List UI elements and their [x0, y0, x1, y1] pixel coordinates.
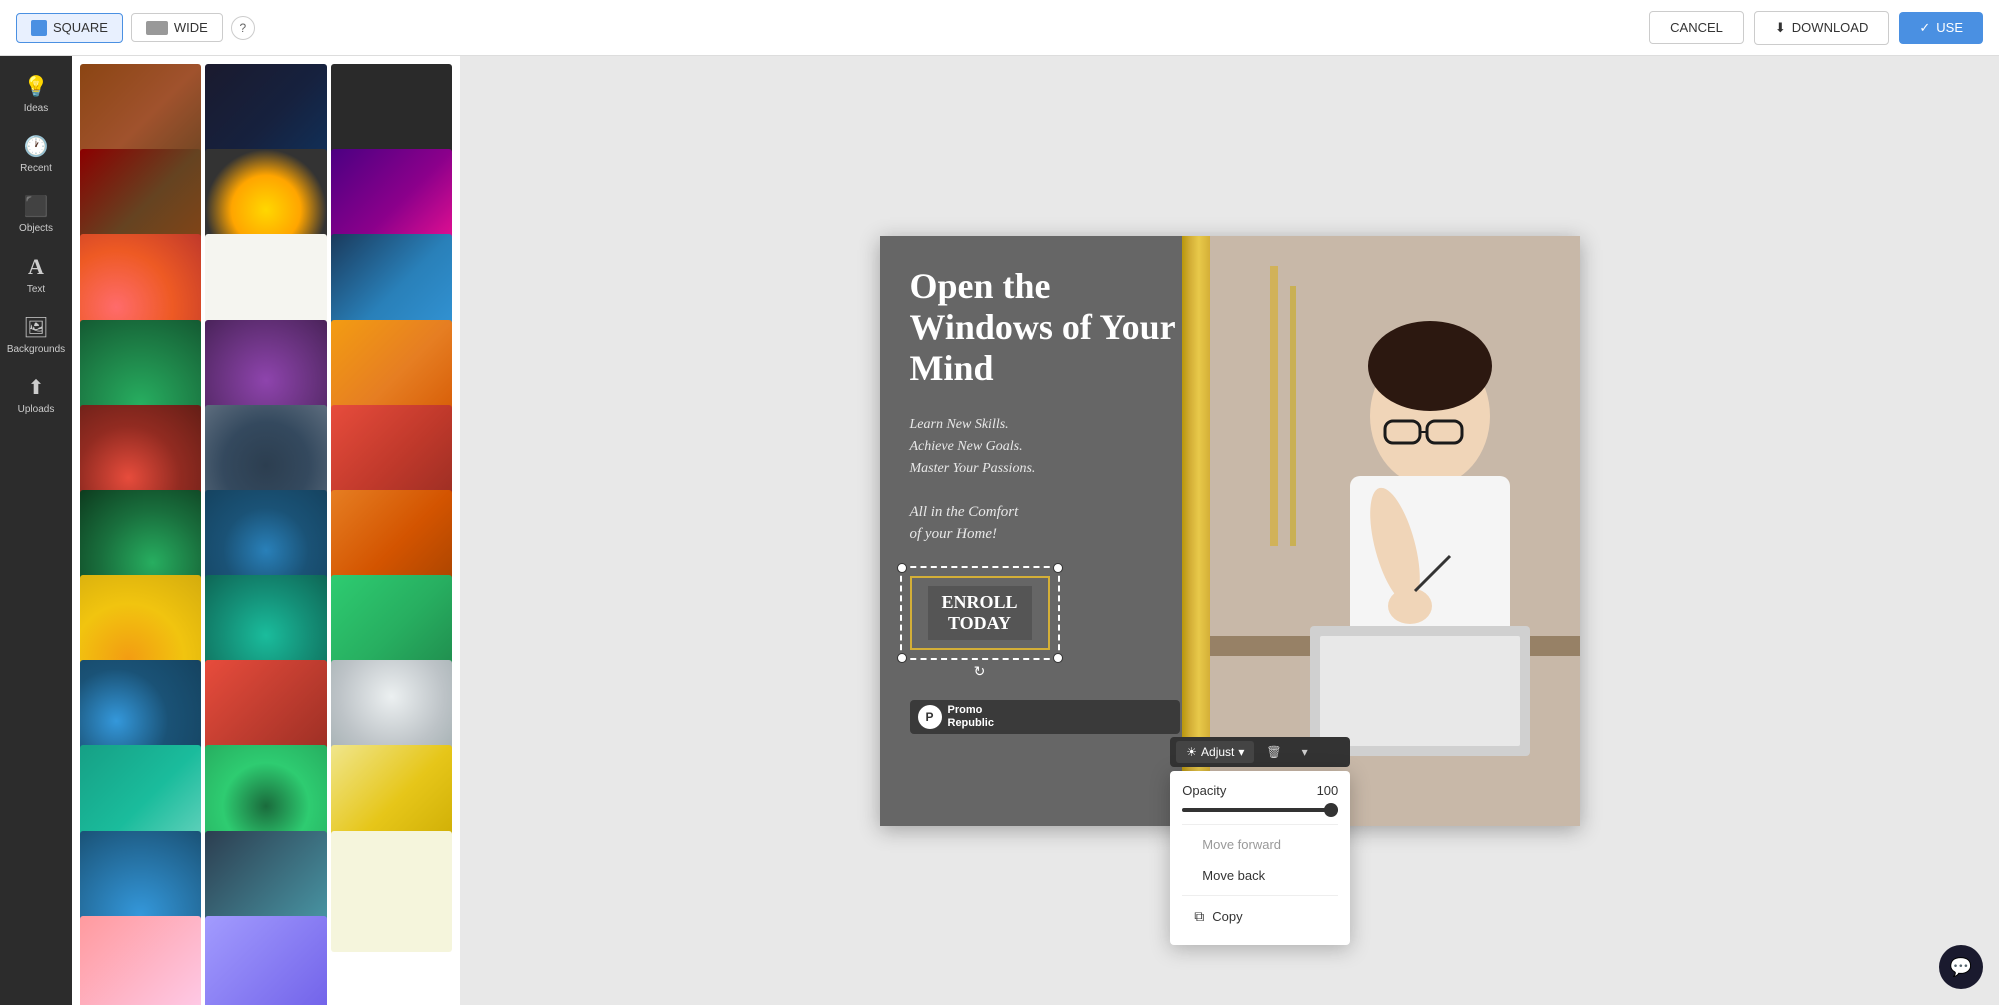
move-back-label: Move back — [1202, 868, 1265, 883]
format-square-label: SQUARE — [53, 20, 108, 35]
promo-line1: Promo — [948, 704, 983, 716]
help-icon: ? — [240, 21, 247, 35]
resize-handle-tr[interactable] — [1053, 563, 1063, 573]
chat-icon: 💬 — [1950, 957, 1972, 978]
download-button[interactable]: ⬇ DOWNLOAD — [1754, 11, 1889, 45]
canvas-headline: Open the Windows of Your Mind — [910, 266, 1180, 390]
thumbnail-panel — [72, 56, 460, 1005]
sidebar-item-recent-label: Recent — [20, 163, 52, 174]
promo-republic-logo: P Promo Republic — [910, 700, 1180, 734]
sidebar-item-ideas-label: Ideas — [24, 103, 48, 114]
opacity-slider-fill — [1182, 808, 1338, 812]
adjust-label: Adjust — [1201, 745, 1234, 759]
resize-handle-br[interactable] — [1053, 653, 1063, 663]
format-wide-button[interactable]: WIDE — [131, 13, 223, 42]
sidebar-item-objects[interactable]: ⬛ Objects — [0, 184, 72, 244]
canvas-left-panel: Open the Windows of Your Mind Learn New … — [880, 236, 1210, 826]
top-bar: SQUARE WIDE ? CANCEL ⬇ DOWNLOAD ✓ USE — [0, 0, 1999, 56]
download-label: DOWNLOAD — [1792, 20, 1869, 35]
sidebar: 💡 Ideas 🕐 Recent ⬛ Objects A Text 🖼 Back… — [0, 56, 72, 1005]
sidebar-item-uploads[interactable]: ⬆ Uploads — [0, 365, 72, 425]
opacity-row: Opacity 100 — [1182, 783, 1338, 798]
popup-toolbar: ☀ Adjust ▾ 🗑 ▾ — [1170, 737, 1350, 767]
popup-panel: Opacity 100 Move forward Move back — [1170, 771, 1350, 945]
canvas-extra-text: All in the Comfortof your Home! — [910, 501, 1180, 546]
ideas-icon: 💡 — [24, 74, 49, 99]
text-icon: A — [28, 254, 44, 280]
use-button[interactable]: ✓ USE — [1899, 12, 1983, 44]
adjust-button[interactable]: ☀ Adjust ▾ — [1176, 741, 1254, 763]
wide-icon — [146, 21, 168, 35]
canvas-area[interactable]: Open the Windows of Your Mind Learn New … — [460, 56, 1999, 1005]
delete-button[interactable]: 🗑 — [1258, 741, 1289, 763]
adjust-chevron: ▾ — [1238, 745, 1244, 759]
menu-divider — [1182, 824, 1338, 825]
promo-line2: Republic — [948, 717, 994, 729]
download-icon: ⬇ — [1775, 20, 1786, 36]
move-back-item[interactable]: Move back — [1182, 860, 1338, 891]
rotate-handle[interactable]: ↻ — [974, 663, 986, 680]
opacity-value: 100 — [1317, 783, 1339, 798]
square-icon — [31, 20, 47, 36]
thumbnail-item[interactable] — [331, 831, 452, 952]
objects-icon: ⬛ — [24, 194, 49, 219]
format-square-button[interactable]: SQUARE — [16, 13, 123, 43]
sidebar-item-recent[interactable]: 🕐 Recent — [0, 124, 72, 184]
chat-bubble-button[interactable]: 💬 — [1939, 945, 1983, 989]
format-wide-label: WIDE — [174, 20, 208, 35]
resize-handle-tl[interactable] — [897, 563, 907, 573]
backgrounds-icon: 🖼 — [23, 315, 48, 340]
copy-item[interactable]: ⧉ Copy — [1182, 900, 1338, 933]
sidebar-item-text[interactable]: A Text — [0, 244, 72, 305]
adjust-icon: ☀ — [1186, 745, 1197, 759]
sidebar-item-uploads-label: Uploads — [18, 404, 55, 415]
menu-divider-2 — [1182, 895, 1338, 896]
copy-icon: ⧉ — [1194, 908, 1204, 925]
opacity-slider-track[interactable] — [1182, 808, 1338, 812]
cancel-button[interactable]: CANCEL — [1649, 11, 1744, 44]
resize-handle-bl[interactable] — [897, 653, 907, 663]
thumbnail-item[interactable] — [205, 916, 326, 1005]
move-forward-item: Move forward — [1182, 829, 1338, 860]
canvas-subtext: Learn New Skills.Achieve New Goals.Maste… — [910, 414, 1180, 481]
more-options-button[interactable]: ▾ — [1294, 741, 1316, 763]
delete-icon: 🗑 — [1266, 745, 1281, 759]
promo-logo-text: Promo Republic — [948, 704, 994, 730]
more-icon: ▾ — [1302, 745, 1308, 759]
opacity-label: Opacity — [1182, 783, 1226, 798]
copy-label: Copy — [1212, 909, 1242, 924]
sidebar-item-backgrounds[interactable]: 🖼 Backgrounds — [0, 305, 72, 365]
checkmark-icon: ✓ — [1919, 20, 1930, 36]
main-layout: 💡 Ideas 🕐 Recent ⬛ Objects A Text 🖼 Back… — [0, 56, 1999, 1005]
sidebar-item-text-label: Text — [27, 284, 45, 295]
thumbnail-item[interactable] — [80, 916, 201, 1005]
selection-box: ↻ — [900, 566, 1060, 660]
recent-icon: 🕐 — [24, 134, 49, 159]
sidebar-item-ideas[interactable]: 💡 Ideas — [0, 64, 72, 124]
sidebar-item-objects-label: Objects — [19, 223, 53, 234]
action-buttons: CANCEL ⬇ DOWNLOAD ✓ USE — [1649, 11, 1983, 45]
use-label: USE — [1936, 20, 1963, 35]
context-popup: ☀ Adjust ▾ 🗑 ▾ Opacity 100 — [1170, 737, 1350, 945]
uploads-icon: ⬆ — [28, 375, 45, 400]
promo-logo-icon: P — [918, 705, 942, 729]
help-button[interactable]: ? — [231, 16, 255, 40]
format-buttons: SQUARE WIDE ? — [16, 13, 255, 43]
promo-icon-letter: P — [925, 710, 933, 724]
enroll-button-container[interactable]: ENROLLTODAY ↻ — [910, 576, 1050, 650]
opacity-slider-thumb[interactable] — [1324, 803, 1338, 817]
move-forward-label: Move forward — [1202, 837, 1281, 852]
sidebar-item-backgrounds-label: Backgrounds — [7, 344, 65, 355]
